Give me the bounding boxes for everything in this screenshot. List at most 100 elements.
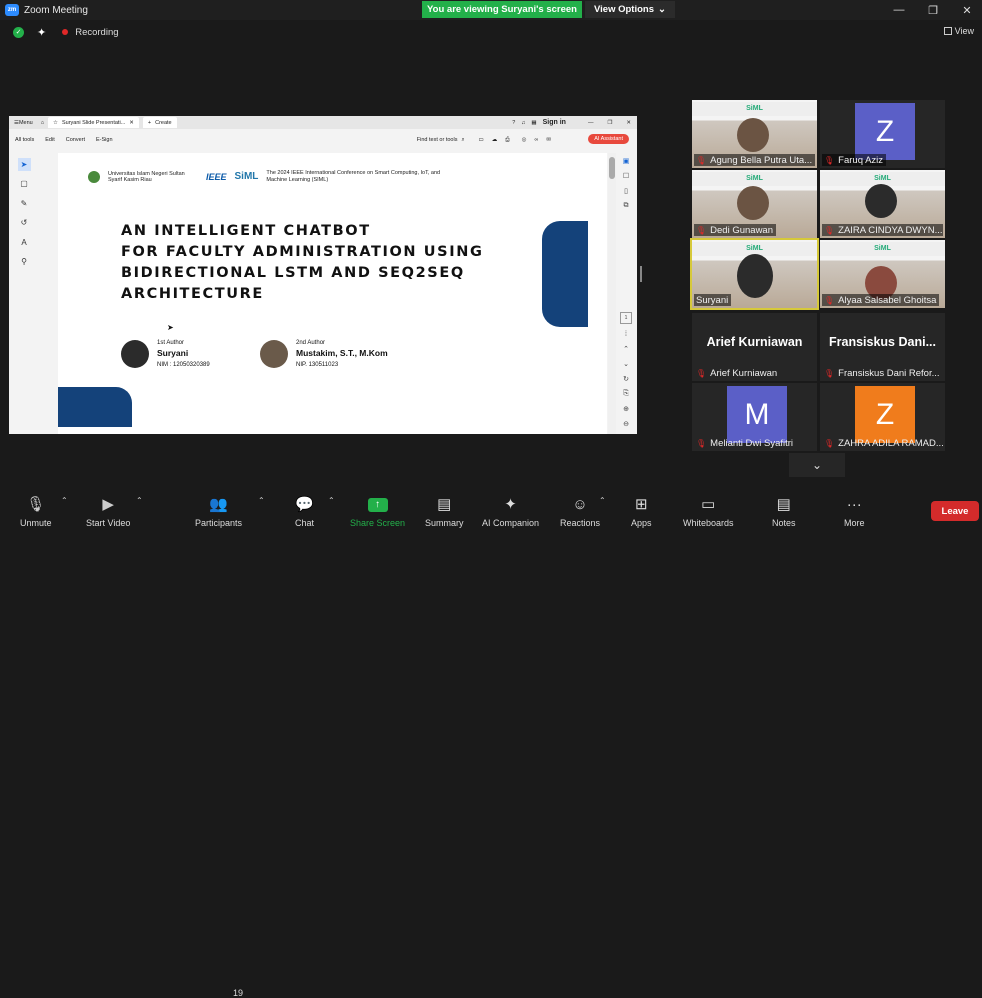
pdf-minimize-icon[interactable]: — [588,120,594,126]
share-screen-button[interactable]: ↑ Share Screen [350,488,405,531]
participant-tile[interactable]: SiML 🎙 Dedi Gunawan [692,170,817,238]
shield-icon[interactable]: ✓ [13,26,24,38]
bookmark-icon[interactable]: ▯ [624,187,628,195]
start-video-button[interactable]: ▶ Start Video [86,488,130,531]
participants-label: Participants [195,518,243,528]
ai-companion-button[interactable]: ✦ AI Companion [482,488,539,531]
whiteboards-button[interactable]: ▭ Whiteboards [683,488,734,531]
avatar: Z [855,103,915,160]
muted-mic-icon: 🎙 [824,225,835,235]
help-icon[interactable]: ? [512,120,515,126]
unmute-button[interactable]: 🎙 Unmute [20,488,52,531]
chat-button[interactable]: 💬 Chat [295,488,314,531]
caret-up-icon[interactable]: ⌃ [258,496,265,505]
find-text-input[interactable]: Find text or tools [417,137,458,143]
page-number-icon[interactable]: 1 [620,312,632,324]
muted-mic-icon: 🎙 [696,368,707,378]
refresh-icon[interactable]: ↻ [623,375,629,383]
ai-assistant-button[interactable]: AI Assistant [588,134,629,144]
chevron-down-icon: ⌄ [811,458,823,472]
view-label: View [954,26,974,36]
caret-up-icon[interactable]: ⌃ [136,496,143,505]
view-options-button[interactable]: View Options ⌄ [585,1,675,18]
university-name: Universitas Islam Negeri Sultan Syarif K… [108,170,185,183]
participants-button[interactable]: 👥 Participants [195,488,242,531]
print-icon[interactable]: ⎙ [505,137,509,144]
document-tab[interactable]: ☆ Suryani Slide Presentati... ✕ [48,117,139,128]
apps-button[interactable]: ⊞ Apps [631,488,652,531]
ai-tool-icon[interactable]: ◎ [522,137,527,143]
chevron-up-icon[interactable]: ⌃ [623,345,629,353]
participant-tile[interactable]: Arief Kurniawan 🎙 Arief Kurniawan [692,313,817,381]
caret-up-icon[interactable]: ⌃ [599,496,606,505]
screen-icon[interactable]: ▭ [479,137,484,143]
all-tools-button[interactable]: All tools [15,137,34,143]
pdf-restore-icon[interactable]: ❐ [607,120,612,126]
active-speaker-tile[interactable]: SiML Suryani [690,238,819,310]
participant-tile[interactable]: SiML 🎙 ZAIRA CINDYA DWYN... [820,170,945,238]
restore-icon[interactable]: ❐ [918,0,948,20]
mail-icon[interactable]: ✉ [546,137,551,143]
ai-generate-icon[interactable]: ▣ [623,157,630,165]
lasso-icon[interactable]: ↺ [18,217,31,230]
pen-icon[interactable]: ✎ [18,197,31,210]
save-icon[interactable]: ⎘ [623,390,629,398]
link-icon[interactable]: ∞ [534,137,538,143]
participant-tile[interactable]: Fransiskus Dani... 🎙 Fransiskus Dani Refo… [820,313,945,381]
grid-icon [943,27,952,35]
star-icon[interactable]: ☆ [53,120,58,126]
vertical-scrollbar[interactable] [608,153,616,434]
smile-icon: ☺ [572,496,588,513]
create-tab[interactable]: + Create [142,117,177,128]
esign-button[interactable]: E-Sign [96,137,113,143]
sign-in-link[interactable]: Sign in [543,119,566,126]
scrollbar-thumb[interactable] [609,157,615,179]
summary-button[interactable]: ▤ Summary [425,488,464,531]
close-icon[interactable]: ✕ [952,0,982,20]
apps-grid-icon[interactable]: ▦ [531,120,536,126]
participant-tile[interactable]: Z 🎙 Faruq Aziz [820,100,945,168]
menu-label[interactable]: Menu [19,120,33,126]
cloud-upload-icon[interactable]: ☁ [492,137,498,143]
chevron-down-icon[interactable]: ⌄ [623,360,629,368]
comment-icon[interactable]: ▢ [18,178,31,191]
view-button[interactable]: View [943,26,974,36]
search-icon[interactable]: ⌕ [461,137,464,144]
recording-label[interactable]: Recording [75,27,118,38]
zoom-in-icon[interactable]: ⊕ [623,405,629,413]
leave-button[interactable]: Leave [931,501,979,521]
caret-up-icon[interactable]: ⌃ [328,496,335,505]
notes-button[interactable]: ▤ Notes [772,488,796,531]
bell-icon[interactable]: ♫ [521,120,525,126]
reactions-button[interactable]: ☺ Reactions [560,488,600,531]
resize-handle[interactable] [640,266,642,282]
participant-tile[interactable]: Z 🎙 ZAHRA ADILA RAMAD... [820,383,945,451]
page-navigation: 1 ⁞ ⌃ ⌄ ↻ ⎘ ⊕ ⊖ [618,312,634,428]
participant-tile[interactable]: SiML 🎙 Agung Bella Putra Uta... [692,100,817,168]
comments-icon[interactable]: ☐ [623,172,629,180]
stamp-icon[interactable]: ⚲ [18,256,31,269]
slide-title-line: FOR FACULTY ADMINISTRATION USING [121,244,484,260]
participant-tile[interactable]: SiML 🎙 Alyaa Salsabel Ghoitsa [820,240,945,308]
edit-button[interactable]: Edit [45,137,54,143]
shared-screen[interactable]: ☰ Menu ⌂ ☆ Suryani Slide Presentati... ✕… [9,116,637,434]
pages-icon[interactable]: ⧉ [624,202,629,210]
participant-tile[interactable]: M 🎙 Melianti Dwi Syafitri [692,383,817,451]
siml-banner: SiML [692,172,817,186]
pdf-close-icon[interactable]: ✕ [626,120,631,126]
gallery-next-page-button[interactable]: ⌄ [789,453,845,477]
caret-up-icon[interactable]: ⌃ [61,496,68,505]
home-icon[interactable]: ⌂ [41,120,44,126]
conference-name: The 2024 IEEE International Conference o… [266,170,441,183]
decorative-blue-corner [58,387,132,427]
tab-close-icon[interactable]: ✕ [129,120,134,126]
zoom-out-icon[interactable]: ⊖ [623,420,629,428]
slide-title: AN INTELLIGENT CHATBOT FOR FACULTY ADMIN… [121,221,521,305]
ai-sparkle-icon[interactable]: ✦ [37,26,46,39]
cursor-select-icon[interactable]: ➤ [17,158,31,171]
more-button[interactable]: ··· More [844,488,865,531]
text-icon[interactable]: A [18,236,31,249]
convert-button[interactable]: Convert [66,137,85,143]
minimize-icon[interactable]: — [884,0,914,20]
university-logo-icon [88,170,100,183]
